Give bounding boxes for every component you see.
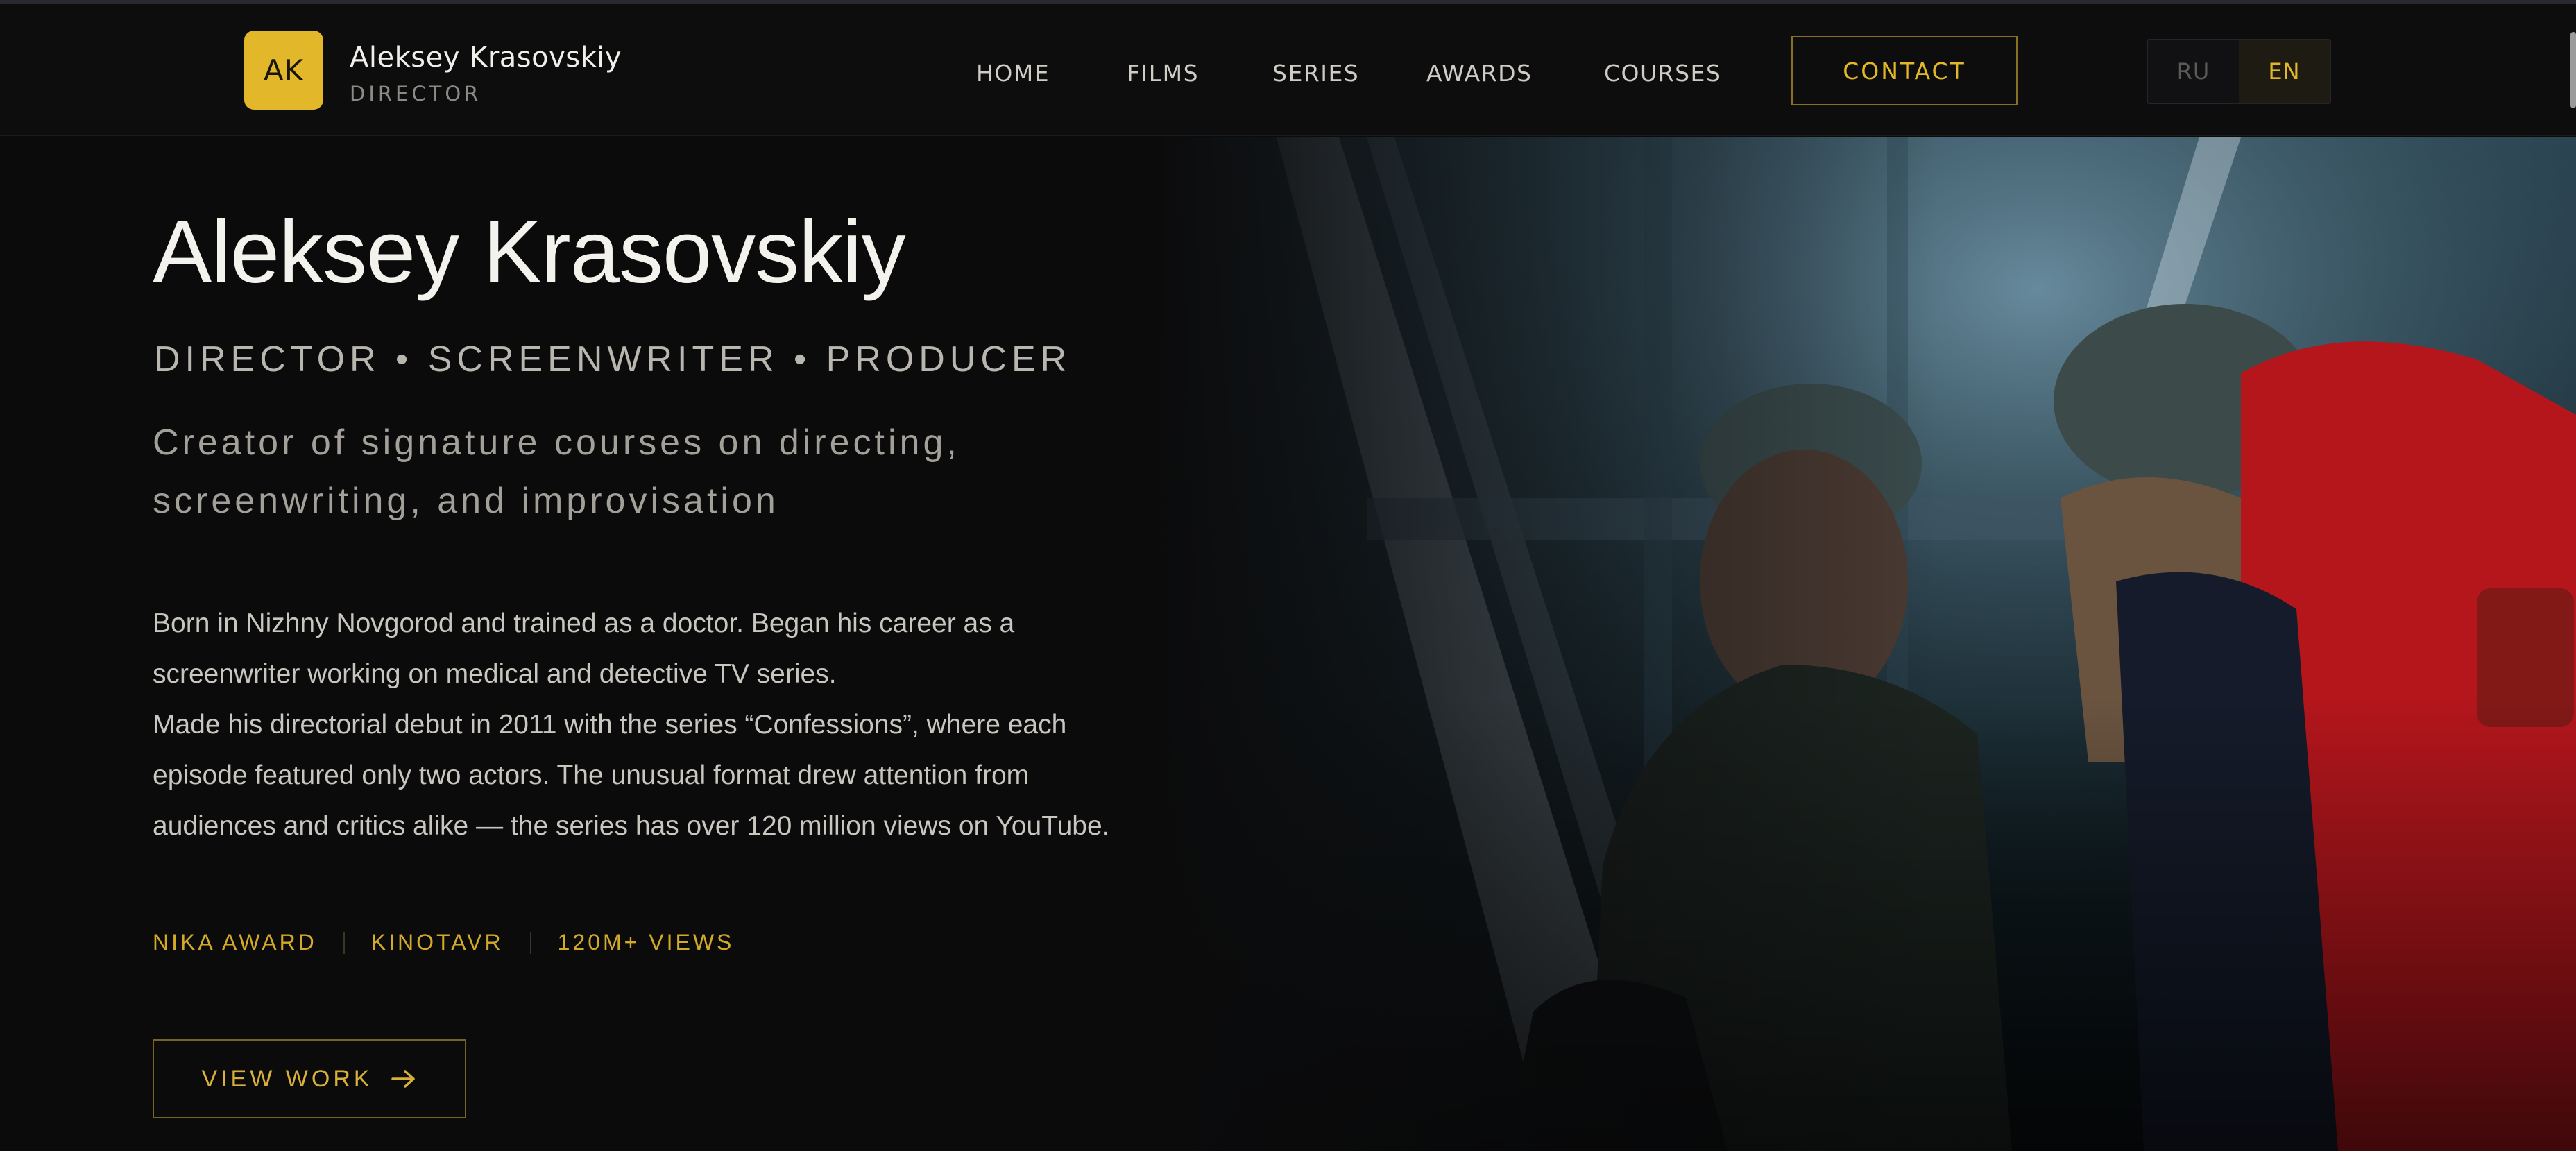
bio-line: Born in Nizhny Novgorod and trained as a… bbox=[153, 608, 1015, 638]
bio-line: episode featured only two actors. The un… bbox=[153, 760, 1030, 790]
tag-divider bbox=[529, 931, 531, 954]
scrollbar-thumb[interactable] bbox=[2570, 32, 2576, 108]
hero-roles: DIRECTOR • SCREENWRITER • PRODUCER bbox=[154, 339, 1072, 380]
logo-initials: AK bbox=[263, 53, 305, 87]
brand-name[interactable]: Aleksey Krasovskiy bbox=[350, 42, 622, 74]
nav-home[interactable]: HOME bbox=[976, 60, 1050, 87]
hero-title: Aleksey Krasovskiy bbox=[153, 203, 906, 302]
nav-films[interactable]: FILMS bbox=[1127, 60, 1199, 87]
biography: Born in Nizhny Novgorod and trained as a… bbox=[153, 598, 1166, 851]
highlight-tags: NIKA AWARD KINOTAVR 120M+ VIEWS bbox=[153, 930, 734, 955]
tag-views: 120M+ VIEWS bbox=[557, 930, 735, 955]
contact-button[interactable]: CONTACT bbox=[1791, 36, 2018, 105]
language-ru[interactable]: RU bbox=[2148, 40, 2239, 103]
nav-series[interactable]: SERIES bbox=[1272, 60, 1359, 87]
tag-kinotavr: KINOTAVR bbox=[370, 930, 504, 955]
view-work-label: VIEW WORK bbox=[201, 1065, 373, 1092]
view-work-button[interactable]: VIEW WORK bbox=[153, 1039, 466, 1118]
page: AK Aleksey Krasovskiy DIRECTOR HOME FILM… bbox=[0, 0, 2576, 1151]
tag-divider bbox=[343, 931, 345, 954]
hero-tagline: Creator of signature courses on directin… bbox=[153, 413, 1124, 530]
tagline-line: Creator of signature courses on directin… bbox=[153, 423, 960, 463]
bio-line: audiences and critics alike — the series… bbox=[153, 811, 1110, 841]
film-set-photo bbox=[1159, 137, 2576, 1151]
logo-badge[interactable]: AK bbox=[244, 31, 323, 110]
bio-line: Made his directorial debut in 2011 with … bbox=[153, 710, 1067, 740]
language-en[interactable]: EN bbox=[2239, 40, 2330, 103]
tag-nika-award: NIKA AWARD bbox=[153, 930, 317, 955]
arrow-right-icon bbox=[390, 1068, 418, 1089]
bio-line: screenwriter working on medical and dete… bbox=[153, 659, 837, 689]
hero-photo bbox=[1159, 137, 2576, 1151]
site-header: AK Aleksey Krasovskiy DIRECTOR HOME FILM… bbox=[0, 4, 2576, 136]
language-switcher: RU EN bbox=[2147, 39, 2331, 104]
nav-awards[interactable]: AWARDS bbox=[1426, 60, 1532, 87]
nav-courses[interactable]: COURSES bbox=[1604, 60, 1721, 87]
tagline-line: screenwriting, and improvisation bbox=[153, 481, 779, 521]
brand-role: DIRECTOR bbox=[350, 82, 482, 105]
